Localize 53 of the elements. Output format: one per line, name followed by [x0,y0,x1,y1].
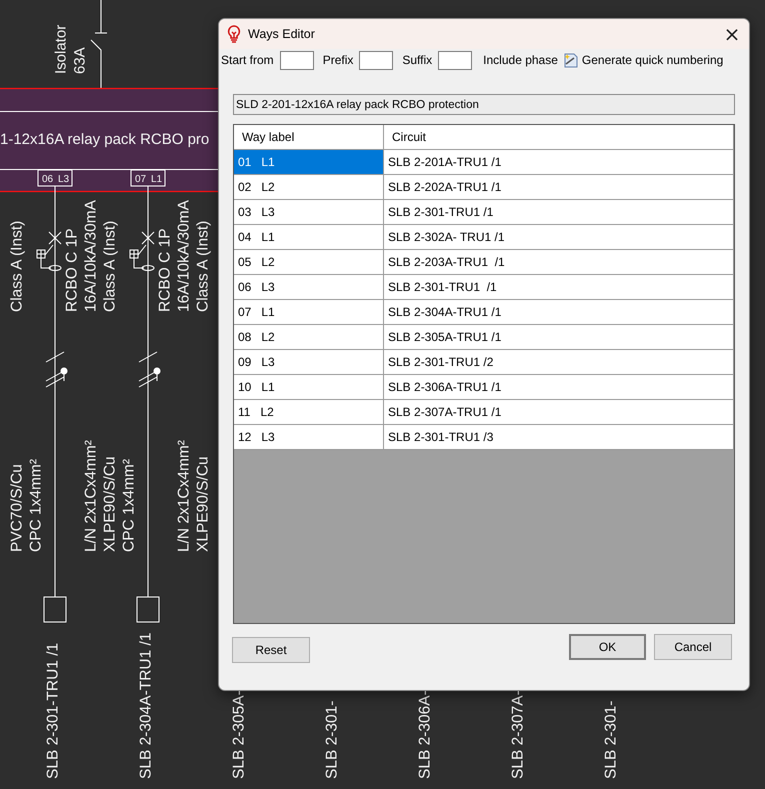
cable-spec-text: XLPE90/S/Cu [102,456,118,552]
circuit-label: SLB 2-306A- [416,690,434,779]
device-rating-text: 16A/10kA/30mA [82,200,100,312]
isolator-label: Isolator [52,24,70,74]
cable-spec-text: CPC 1x4mm² [28,458,44,552]
way-number: 07 [135,174,146,185]
device-rating-text: Class A (Inst) [194,220,212,312]
prefix-field[interactable] [359,50,394,70]
lightbulb-icon [227,25,241,43]
start-from-label: Start from [221,53,274,67]
circuit-label: SLB 2-301- [324,700,340,779]
include-phase-label: Include phase [483,53,558,67]
cable-marker-drawing [138,352,160,388]
way-phase: L3 [58,174,70,185]
circuit-label: SLB 2-301- [602,700,620,779]
way-label-cell[interactable]: 12 L3 [234,425,384,450]
circuit-cell[interactable]: SLB 2-301-TRU1 /3 [384,425,734,450]
cable-spec-text: L/N 2x1Cx4mm² [82,440,100,552]
circuit-label: SLB 2-307A- [510,690,526,779]
way-label-cell[interactable]: 01 L1 [234,150,384,175]
circuit-label: SLB 2-301-TRU1 /1 [44,642,62,779]
device-rating-text: RCBO C 1P [64,228,80,312]
device-rating-text: 16A/10kA/30mA [176,200,192,312]
generate-numbering-button[interactable]: Generate quick numbering [560,52,726,68]
suffix-field[interactable] [438,50,472,70]
busbar-title: 1-12x16A relay pack RCBO pro [0,131,210,148]
cable-spec-text: XLPE90/S/Cu [194,456,212,552]
prefix-label: Prefix [322,53,354,67]
cable-spec-text: CPC 1x4mm² [120,458,138,552]
device-rating-text: RCBO C 1P [156,228,174,312]
device-rating-text: Class A (Inst) [8,220,26,312]
ok-button[interactable]: OK [569,634,646,660]
terminal-box [136,596,160,622]
way-phase: L1 [151,174,162,185]
window-title: Ways Editor [248,27,315,41]
reset-button[interactable]: Reset [232,637,310,663]
close-button[interactable]: × [715,19,749,49]
cancel-button[interactable]: Cancel [654,634,732,660]
cable-marker-drawing [46,352,68,388]
rcbo-symbol-drawing [130,232,154,271]
device-rating-text: Class A (Inst) [102,220,118,312]
way-number: 06 [42,174,54,185]
circuit-label: SLB 2-305A- [230,690,248,779]
rcbo-symbol-drawing [36,232,62,271]
board-name-field: SLD 2-201-12x16A relay pack RCBO protection [233,94,735,115]
terminal-box [44,596,66,622]
suffix-label: Suffix [402,53,432,67]
circuit-label: SLB 2-304A-TRU1 /1 [138,632,154,779]
cable-spec-text: L/N 2x1Cx4mm² [176,440,192,552]
wand-icon [562,52,579,68]
cable-spec-text: PVC70/S/Cu [8,464,26,552]
start-from-field[interactable] [280,50,314,70]
isolator-rating: 63A [72,47,88,74]
